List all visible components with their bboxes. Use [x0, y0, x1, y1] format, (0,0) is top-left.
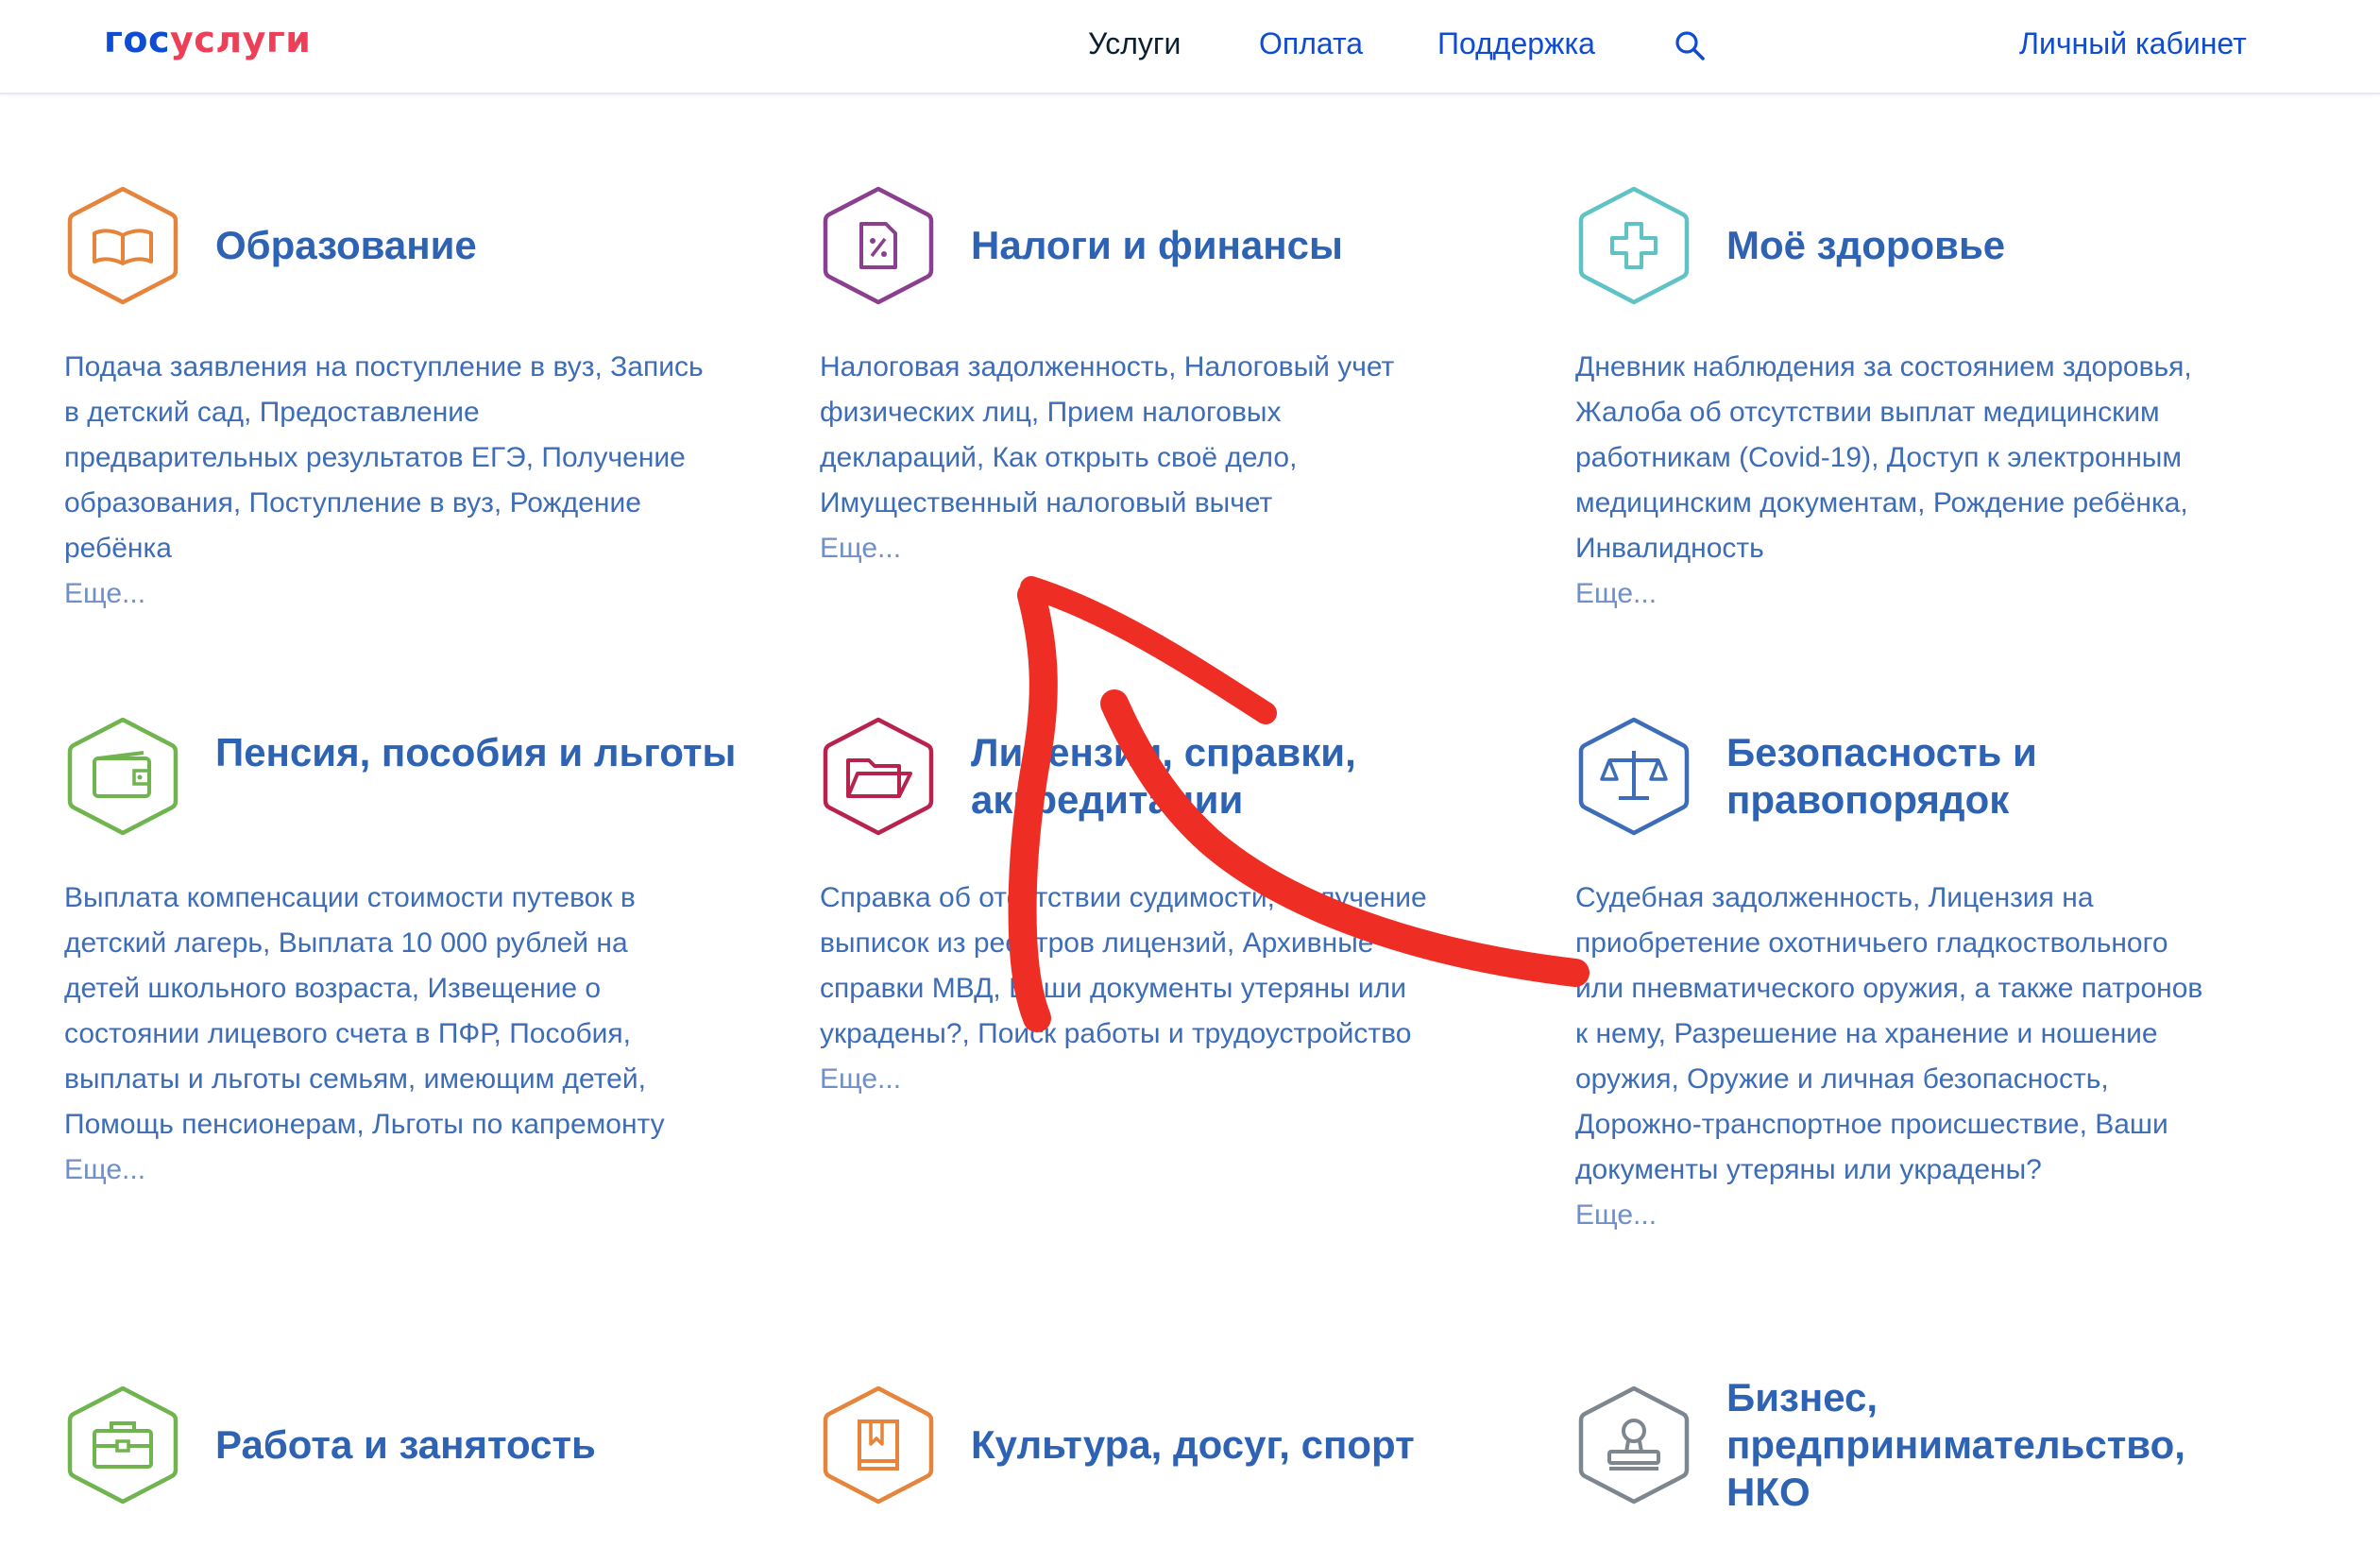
category-title[interactable]: Образование — [215, 222, 782, 269]
category-title[interactable]: Безопасность и правопорядок — [1726, 729, 2293, 824]
top-header: госуслуги Услуги Оплата Поддержка Личный… — [0, 0, 2380, 94]
category-description: Дневник наблюдения за состоянием здоровь… — [1575, 345, 2218, 617]
nav-support[interactable]: Поддержка — [1437, 26, 1595, 61]
category-description: Справка об отсутствии судимости, Получен… — [820, 876, 1462, 1102]
wallet-icon[interactable] — [64, 715, 181, 838]
category-title[interactable]: Пенсия, пособия и льготы — [215, 729, 782, 776]
book-icon[interactable] — [64, 184, 181, 307]
logo-part-uslugi: услуги — [170, 19, 312, 60]
category-services-list[interactable]: Судебная задолженность, Лицензия на прио… — [1575, 882, 2202, 1185]
category-title[interactable]: Бизнес, предпринимательство, НКО — [1726, 1374, 2255, 1516]
category-title[interactable]: Моё здоровье — [1726, 222, 2293, 269]
more-link[interactable]: Еще... — [1575, 1193, 2218, 1238]
logo-part-gos: гос — [104, 19, 170, 60]
more-link[interactable]: Еще... — [64, 571, 706, 617]
more-link[interactable]: Еще... — [820, 526, 1443, 571]
gosuslugi-logo[interactable]: госуслуги — [104, 19, 311, 60]
category-services-list[interactable]: Выплата компенсации стоимости путевок в … — [64, 882, 665, 1140]
category-services-list[interactable]: Дневник наблюдения за состоянием здоровь… — [1575, 351, 2192, 564]
book-bookmark-icon[interactable] — [820, 1384, 937, 1506]
category-description: Налоговая задолженность, Налоговый учет … — [820, 345, 1443, 571]
more-link[interactable]: Еще... — [820, 1057, 1462, 1102]
personal-account-link[interactable]: Личный кабинет — [2019, 26, 2247, 61]
more-link[interactable]: Еще... — [1575, 571, 2218, 617]
nav-payment[interactable]: Оплата — [1259, 26, 1363, 61]
scales-icon[interactable] — [1575, 715, 1692, 838]
briefcase-icon[interactable] — [64, 1384, 181, 1506]
category-description: Выплата компенсации стоимости путевок в … — [64, 876, 706, 1193]
search-icon[interactable] — [1674, 29, 1708, 63]
category-services-list[interactable]: Налоговая задолженность, Налоговый учет … — [820, 351, 1394, 518]
category-title[interactable]: Лицензии, справки, аккредитации — [971, 729, 1462, 824]
category-title[interactable]: Налоги и финансы — [971, 222, 1538, 269]
more-link[interactable]: Еще... — [64, 1148, 706, 1193]
tax-document-icon[interactable] — [820, 184, 937, 307]
category-title[interactable]: Работа и занятость — [215, 1421, 782, 1469]
folder-icon[interactable] — [820, 715, 937, 838]
category-description: Судебная задолженность, Лицензия на прио… — [1575, 876, 2218, 1238]
category-description: Подача заявления на поступление в вуз, З… — [64, 345, 706, 617]
category-services-list[interactable]: Подача заявления на поступление в вуз, З… — [64, 351, 704, 564]
category-services-list[interactable]: Справка об отсутствии судимости, Получен… — [820, 882, 1427, 1049]
stamp-icon[interactable] — [1575, 1384, 1692, 1506]
medical-cross-icon[interactable] — [1575, 184, 1692, 307]
nav-services[interactable]: Услуги — [1088, 26, 1181, 61]
category-title[interactable]: Культура, досуг, спорт — [971, 1421, 1538, 1469]
